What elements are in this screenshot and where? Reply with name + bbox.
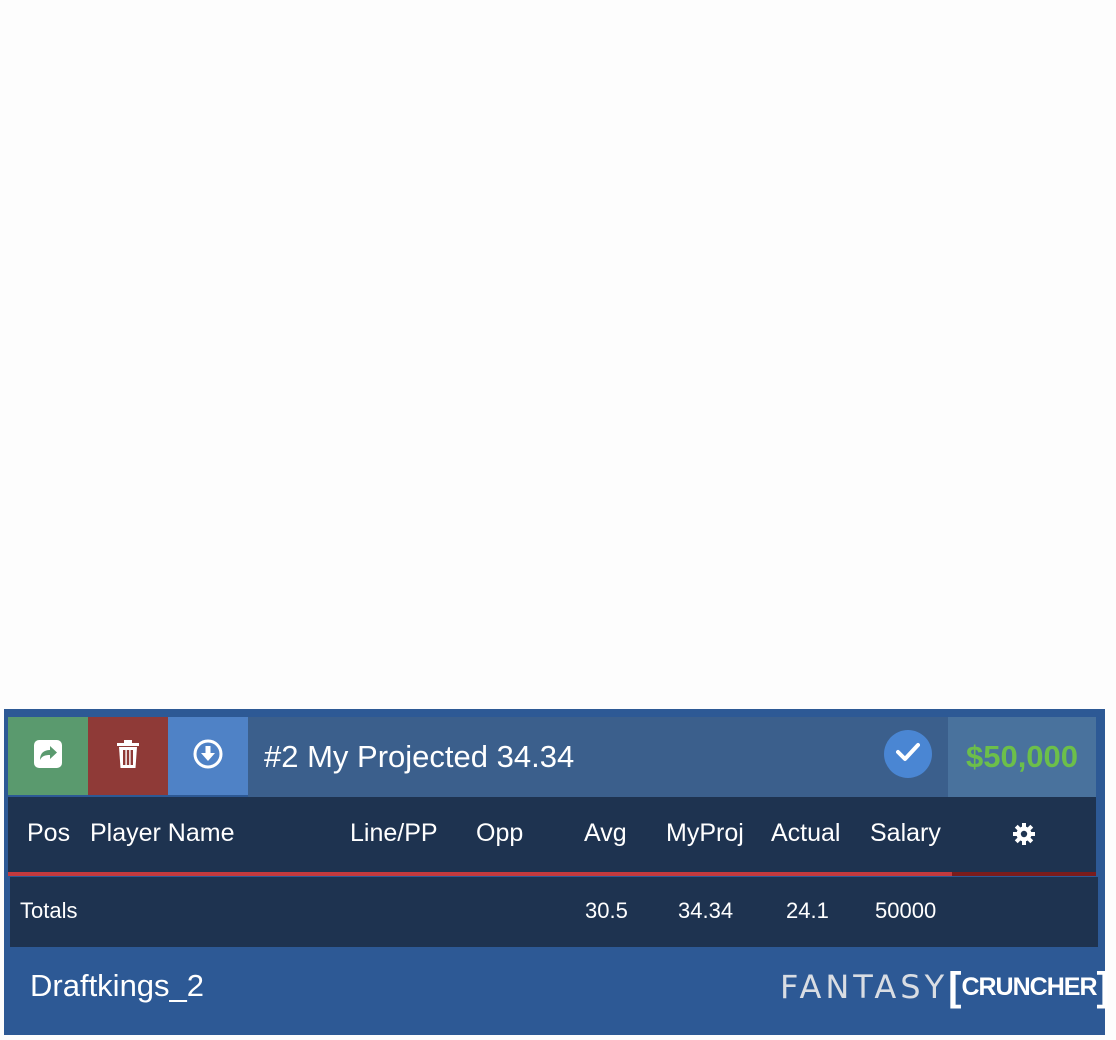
- totals-salary: 50000: [875, 898, 937, 923]
- header-line-pp[interactable]: Line/PP: [350, 819, 438, 848]
- totals-avg: 30.5: [585, 898, 628, 923]
- logo-bracket-left: [: [948, 965, 962, 1009]
- lineup-panel: #2 My Projected 34.34 $50,000 Pos Player…: [4, 709, 1110, 1037]
- lineup-name: Draftkings_2: [30, 968, 205, 1003]
- totals-actual: 24.1: [786, 898, 829, 923]
- header-actual[interactable]: Actual: [771, 819, 840, 848]
- lineup-toolbar: #2 My Projected 34.34 $50,000: [8, 717, 1096, 797]
- header-player-name[interactable]: Player Name: [90, 819, 235, 848]
- fantasy-cruncher-logo: FANTASY [ CRUNCHER ]: [780, 967, 1110, 1007]
- totals-label: Totals: [20, 898, 78, 923]
- delete-button[interactable]: [88, 717, 168, 795]
- lineup-title-bar: #2 My Projected 34.34: [248, 717, 948, 797]
- check-icon: [896, 742, 920, 767]
- header-underline-end: [952, 872, 1096, 876]
- header-myproj[interactable]: MyProj: [666, 819, 744, 848]
- download-button[interactable]: [168, 717, 248, 795]
- logo-fantasy-text: FANTASY: [780, 968, 949, 1006]
- lineup-footer: Draftkings_2 FANTASY [ CRUNCHER ]: [8, 947, 1110, 1037]
- gear-icon[interactable]: [1012, 822, 1036, 853]
- share-icon: [33, 739, 63, 774]
- lineup-card: #2 My Projected 34.34 $50,000 Pos Player…: [8, 717, 1110, 1037]
- header-pos[interactable]: Pos: [27, 819, 70, 848]
- totals-row: Totals 30.5 34.34 24.1 50000: [10, 877, 1098, 947]
- header-avg[interactable]: Avg: [584, 819, 627, 848]
- share-button[interactable]: [8, 717, 88, 795]
- confirm-lineup-button[interactable]: [884, 730, 932, 778]
- download-circle-icon: [193, 739, 223, 774]
- salary-cap-value: $50,000: [948, 717, 1096, 797]
- header-opp[interactable]: Opp: [476, 819, 523, 848]
- table-header-row: Pos Player Name Line/PP Opp Avg MyProj A…: [8, 797, 1096, 876]
- logo-bracket-right: ]: [1096, 965, 1110, 1009]
- totals-myproj: 34.34: [678, 898, 734, 923]
- trash-icon: [115, 739, 141, 774]
- lineup-title: #2 My Projected 34.34: [264, 739, 575, 774]
- header-underline: [8, 872, 952, 876]
- logo-cruncher-text: CRUNCHER: [961, 972, 1097, 1001]
- header-salary[interactable]: Salary: [870, 819, 941, 848]
